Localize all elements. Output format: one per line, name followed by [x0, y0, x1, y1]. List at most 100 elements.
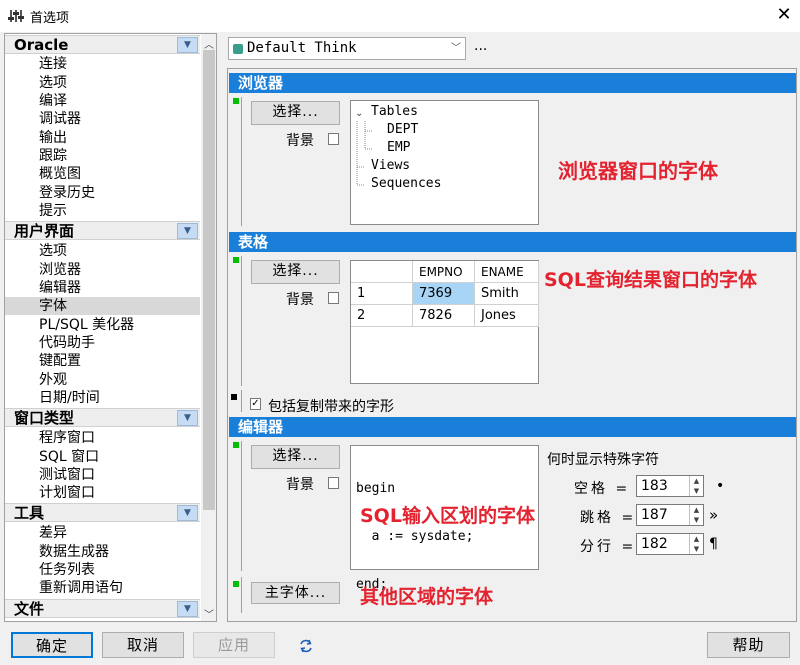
nav-group-label: 文件 — [14, 600, 44, 618]
scroll-down-icon[interactable]: ﹀ — [201, 606, 217, 620]
linebreaks-value: 182 — [641, 536, 668, 552]
tree-node-views[interactable]: Views — [371, 158, 410, 174]
grid-row-number: 1 — [351, 283, 413, 305]
nav-item-ui-options[interactable]: 选项 — [38, 242, 198, 260]
spinner-arrows-icon[interactable]: ▲▼ — [689, 505, 703, 525]
scroll-up-icon[interactable]: ︿ — [201, 36, 217, 50]
nav-group-tools[interactable]: 工具 ▼ — [5, 503, 200, 522]
grid-header-ename: ENAME — [475, 261, 539, 283]
chevron-down-icon[interactable]: ▼ — [177, 410, 198, 426]
font-settings-panel: 浏览器 选择... 背景 ⌄ Tables DEPT EMP Views Seq… — [227, 68, 797, 622]
editor-select-font-button[interactable]: 选择... — [251, 445, 340, 469]
tree-node-tables[interactable]: Tables — [371, 104, 418, 120]
nav-item-appearance[interactable]: 外观 — [38, 371, 198, 389]
linebreaks-label: 分行 = — [580, 536, 636, 556]
nav-item-recall-statement[interactable]: 重新调用语句 — [38, 579, 198, 597]
linebreaks-value-stepper[interactable]: 182 ▲▼ — [636, 533, 704, 555]
nav-item-login-history[interactable]: 登录历史 — [38, 184, 198, 202]
sliders-icon — [8, 8, 24, 24]
tree-node-dept[interactable]: DEPT — [387, 122, 418, 138]
grid-annotation: SQL查询结果窗口的字体 — [544, 265, 757, 292]
close-icon[interactable]: ✕ — [772, 3, 796, 27]
nav-item-program-window[interactable]: 程序窗口 — [38, 429, 198, 447]
chevron-down-icon[interactable]: ▼ — [177, 223, 198, 239]
chevron-down-icon: ﹀ — [451, 38, 461, 59]
include-copy-label: 包括复制带来的字形 — [268, 396, 394, 416]
nav-item-diff[interactable]: 差异 — [38, 524, 198, 542]
nav-group-user-interface[interactable]: 用户界面 ▼ — [5, 221, 200, 240]
nav-group-window-types[interactable]: 窗口类型 ▼ — [5, 408, 200, 427]
tabs-value-stepper[interactable]: 187 ▲▼ — [636, 504, 704, 526]
nav-item-browser[interactable]: 浏览器 — [38, 261, 198, 279]
editor-background-checkbox[interactable] — [328, 477, 339, 489]
tabs-value: 187 — [641, 507, 668, 523]
grid-background-checkbox[interactable] — [328, 292, 339, 304]
nav-item-compile[interactable]: 编译 — [38, 92, 198, 110]
grid-background-label: 背景 — [286, 289, 314, 309]
browser-preview: ⌄ Tables DEPT EMP Views Sequences — [350, 100, 539, 225]
nav-group-label: 用户界面 — [14, 222, 74, 240]
help-button[interactable]: 帮助 — [707, 632, 790, 658]
spinner-arrows-icon[interactable]: ▲▼ — [689, 476, 703, 496]
nav-item-key-config[interactable]: 键配置 — [38, 352, 198, 370]
refresh-icon[interactable] — [298, 638, 314, 654]
theme-select[interactable]: Default Think ﹀ — [228, 37, 466, 60]
apply-button[interactable]: 应用 — [193, 632, 275, 658]
cancel-button[interactable]: 取消 — [102, 632, 184, 658]
nav-item-plsql-beautifier[interactable]: PL/SQL 美化器 — [38, 316, 198, 334]
spinner-arrows-icon[interactable]: ▲▼ — [689, 534, 703, 554]
grid-cell-ename[interactable]: Smith — [475, 283, 539, 305]
title-bar: 首选项 ✕ — [0, 0, 800, 32]
nav-group-label: 工具 — [14, 504, 44, 522]
svg-text:⌄: ⌄ — [355, 108, 363, 119]
nav-item-debugger[interactable]: 调试器 — [38, 110, 198, 128]
spaces-label: 空格 = — [574, 478, 630, 498]
nav-item-code-assistant[interactable]: 代码助手 — [38, 334, 198, 352]
nav-item-test-window[interactable]: 测试窗口 — [38, 466, 198, 484]
nav-group-files[interactable]: 文件 ▼ — [5, 599, 200, 618]
theme-more-button[interactable]: ... — [474, 38, 490, 58]
grid-select-font-button[interactable]: 选择... — [251, 260, 340, 284]
nav-scrollbar[interactable]: ︿ ﹀ — [201, 34, 217, 621]
browser-section-header: 浏览器 — [229, 73, 796, 93]
tabs-label: 跳格 = — [580, 507, 636, 527]
nav-item-sql-window[interactable]: SQL 窗口 — [38, 448, 198, 466]
main-font-button[interactable]: 主字体... — [251, 582, 340, 604]
nav-item-plan-window[interactable]: 计划窗口 — [38, 484, 198, 502]
chevron-down-icon[interactable]: ▼ — [177, 37, 198, 53]
chevron-down-icon[interactable]: ▼ — [177, 505, 198, 521]
tree-node-emp[interactable]: EMP — [387, 140, 410, 156]
window-title: 首选项 — [30, 7, 69, 26]
chevron-down-icon[interactable]: ▼ — [177, 601, 198, 617]
ok-button[interactable]: 确定 — [11, 632, 93, 658]
nav-group-oracle[interactable]: Oracle ▼ — [5, 35, 200, 54]
tree-node-sequences[interactable]: Sequences — [371, 176, 441, 192]
grid-cell-empno[interactable]: 7826 — [413, 305, 475, 327]
grid-cell-empno[interactable]: 7369 — [413, 283, 475, 305]
scroll-thumb[interactable] — [203, 50, 215, 510]
nav-item-connection[interactable]: 连接 — [38, 55, 198, 73]
grid-cell-ename[interactable]: Jones — [475, 305, 539, 327]
nav-item-output[interactable]: 输出 — [38, 129, 198, 147]
browser-annotation: 浏览器窗口的字体 — [558, 155, 718, 184]
nav-item-editor[interactable]: 编辑器 — [38, 279, 198, 297]
nav-group-label: Oracle — [14, 36, 68, 54]
divider — [241, 441, 242, 571]
nav-item-options[interactable]: 选项 — [38, 74, 198, 92]
main-font-indicator — [233, 581, 239, 587]
browser-select-font-button[interactable]: 选择... — [251, 101, 340, 125]
nav-group-label: 窗口类型 — [14, 409, 74, 427]
include-copy-checkbox[interactable]: ✓ — [250, 398, 261, 410]
nav-item-date-time[interactable]: 日期/时间 — [38, 389, 198, 407]
nav-item-font[interactable]: 字体 — [5, 297, 200, 315]
grid-header-corner — [351, 261, 413, 283]
divider — [241, 390, 242, 412]
nav-item-overview[interactable]: 概览图 — [38, 165, 198, 183]
nav-item-hints[interactable]: 提示 — [38, 202, 198, 220]
spaces-value-stepper[interactable]: 183 ▲▼ — [636, 475, 704, 497]
browser-background-checkbox[interactable] — [328, 133, 339, 145]
grid-row-number: 2 — [351, 305, 413, 327]
nav-item-trace[interactable]: 跟踪 — [38, 147, 198, 165]
nav-item-data-generator[interactable]: 数据生成器 — [38, 543, 198, 561]
nav-item-task-list[interactable]: 任务列表 — [38, 561, 198, 579]
